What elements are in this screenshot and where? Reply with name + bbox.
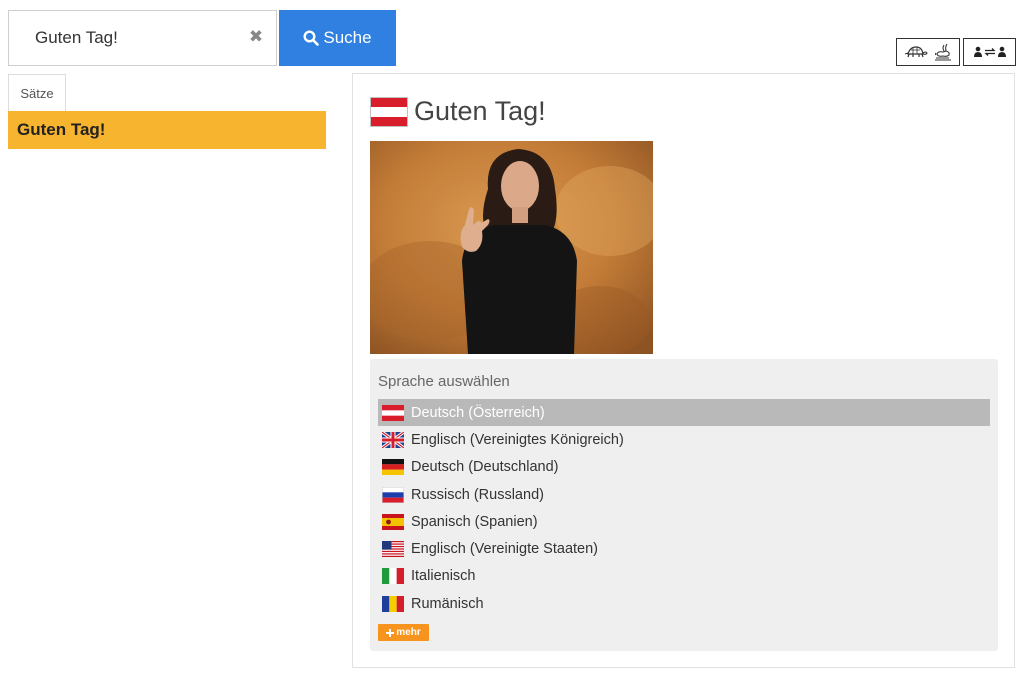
search-box: ✖ xyxy=(8,10,277,66)
language-label: Spanisch (Spanien) xyxy=(411,513,538,530)
language-label: Russisch (Russland) xyxy=(411,486,544,503)
search-input[interactable] xyxy=(9,11,239,65)
language-label: Deutsch (Österreich) xyxy=(411,404,545,421)
rabbit-icon xyxy=(935,43,951,61)
flag-romania-icon xyxy=(382,595,404,612)
more-languages-button[interactable]: mehr xyxy=(378,624,429,641)
language-item[interactable]: Italienisch xyxy=(378,563,990,590)
flag-russia-icon xyxy=(382,486,404,503)
language-item[interactable]: Deutsch (Österreich) xyxy=(378,399,990,427)
flag-germany-icon xyxy=(382,459,404,476)
language-item[interactable]: Rumänisch xyxy=(378,590,990,617)
language-item[interactable]: Russisch (Russland) xyxy=(378,481,990,508)
language-item[interactable]: Englisch (Vereinigtes Königreich) xyxy=(378,426,990,453)
more-languages-label: mehr xyxy=(396,627,421,638)
playback-speed-toggle[interactable] xyxy=(896,38,960,66)
language-label: Italienisch xyxy=(411,568,476,585)
turtle-icon xyxy=(904,46,928,58)
language-label: Deutsch (Deutschland) xyxy=(411,459,559,476)
search-button-label: Suche xyxy=(323,28,372,47)
video-frame-image xyxy=(370,141,653,354)
flag-uk-icon xyxy=(382,431,404,448)
clear-icon[interactable]: ✖ xyxy=(248,28,264,46)
flag-austria-icon xyxy=(382,404,404,421)
language-label: Rumänisch xyxy=(411,595,484,612)
result-item[interactable]: Guten Tag! xyxy=(8,111,326,149)
flag-usa-icon xyxy=(382,541,404,558)
language-item[interactable]: Deutsch (Deutschland) xyxy=(378,454,990,481)
language-label: Englisch (Vereinigte Staaten) xyxy=(411,541,598,558)
page-title: Guten Tag! xyxy=(414,96,546,126)
swap-users-icon xyxy=(973,46,1006,57)
language-list: Deutsch (Österreich) Englisch (Vereinigt… xyxy=(378,399,990,617)
language-item[interactable]: Englisch (Vereinigte Staaten) xyxy=(378,535,990,562)
flag-spain-icon xyxy=(382,513,404,530)
flag-italy-icon xyxy=(382,568,404,585)
search-button[interactable]: Suche xyxy=(279,10,396,66)
detail-panel: Guten Tag! Sprache auswählen Deutsch (Ös… xyxy=(352,73,1015,668)
tab-saetze[interactable]: Sätze xyxy=(8,74,66,111)
sign-video[interactable] xyxy=(370,141,653,354)
language-item[interactable]: Spanisch (Spanien) xyxy=(378,508,990,535)
language-heading: Sprache auswählen xyxy=(378,373,510,390)
language-label: Englisch (Vereinigtes Königreich) xyxy=(411,431,624,448)
plus-icon xyxy=(386,628,395,637)
language-selector: Sprache auswählen Deutsch (Österreich) E… xyxy=(370,359,998,651)
swap-direction-toggle[interactable] xyxy=(963,38,1016,66)
detail-title-row: Guten Tag! xyxy=(370,96,546,127)
flag-austria-icon xyxy=(370,96,408,127)
search-icon xyxy=(303,30,320,46)
